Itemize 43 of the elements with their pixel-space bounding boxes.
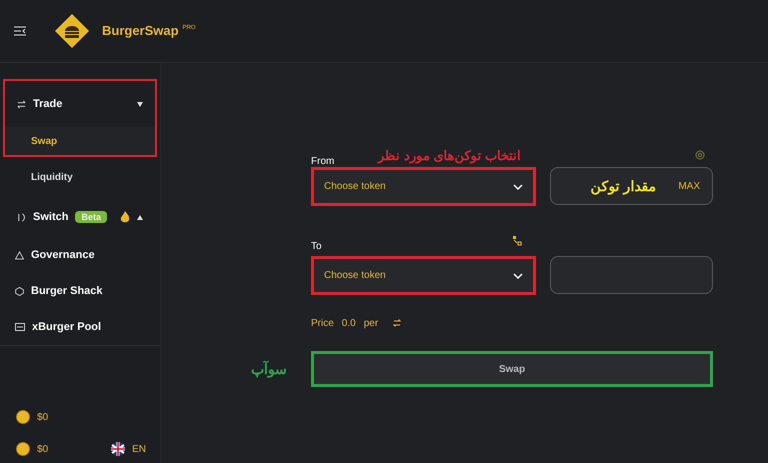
nav-item[interactable]: xBurger Pool	[3, 309, 160, 345]
menu-icon[interactable]	[14, 26, 26, 36]
chevron-down-icon	[513, 272, 523, 278]
coin-icon	[16, 442, 30, 456]
logo-icon	[54, 13, 90, 49]
nav-group[interactable]: Switch Beta	[5, 199, 155, 235]
brand-name: BurgerSwap	[102, 23, 179, 38]
token-select[interactable]: Choose token	[311, 256, 536, 295]
language[interactable]: EN	[132, 444, 146, 454]
annotation-text: انتخاب توکن‌های مورد نظر	[378, 148, 521, 162]
annotation-text: سوآپ	[251, 361, 287, 377]
balance: $0	[37, 444, 48, 454]
nav-item[interactable]: Burger Shack	[3, 273, 160, 309]
nav-item[interactable]: Governance	[3, 237, 160, 273]
nav-item[interactable]: Liquidity	[0, 157, 160, 197]
price-label: Price	[311, 318, 334, 328]
balance: $0	[37, 412, 48, 422]
settings-icon[interactable]	[695, 150, 705, 160]
swap-arrows-icon	[17, 100, 26, 108]
caret-icon	[137, 102, 143, 106]
chevron-down-icon	[513, 184, 523, 190]
pro-label: PRO	[182, 24, 196, 31]
flag-icon[interactable]	[111, 442, 126, 456]
swap-direction-icon[interactable]	[512, 235, 522, 246]
warning-icon	[15, 250, 24, 260]
price-unit: per	[364, 318, 378, 328]
field-label: From	[311, 156, 334, 167]
coin-icon	[16, 410, 30, 424]
nav-group[interactable]: Trade	[5, 81, 155, 127]
swap-button[interactable]: Swap	[311, 351, 713, 387]
token-select[interactable]: Choose token	[311, 167, 536, 206]
annotation-text: مقدار توکن	[590, 178, 656, 194]
price-value: 0.0	[342, 318, 356, 328]
hexagon-icon	[15, 286, 24, 296]
beta-tag: Beta	[75, 211, 107, 223]
max-button[interactable]: MAX	[678, 180, 700, 192]
keyboard-icon	[15, 323, 25, 331]
nav-item[interactable]: Swap	[5, 127, 155, 155]
refresh-icon[interactable]	[392, 319, 402, 327]
caret-icon	[137, 214, 143, 220]
amount-field[interactable]	[550, 256, 713, 294]
field-label: To	[311, 241, 322, 252]
switch-icon	[17, 212, 26, 222]
